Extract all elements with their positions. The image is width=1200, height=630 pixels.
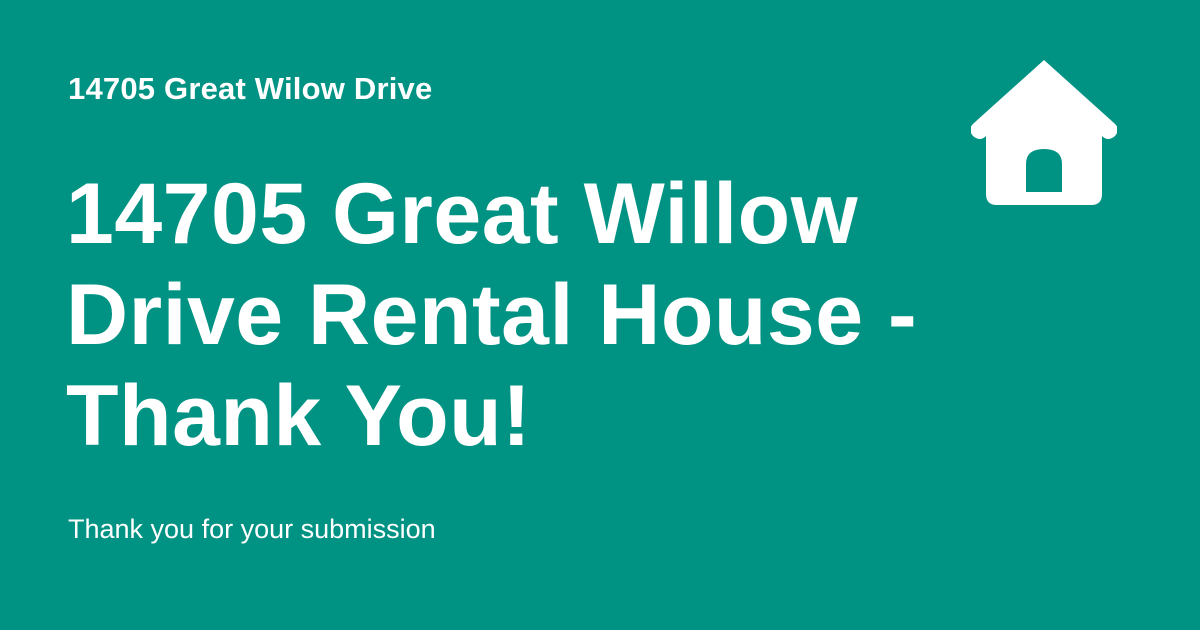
- thank-you-card: 14705 Great Wilow Drive 14705 Great Will…: [0, 0, 1200, 630]
- page-title: 14705 Great Willow Drive Rental House - …: [66, 166, 918, 464]
- confirmation-message: Thank you for your submission: [68, 514, 436, 544]
- house-icon: [971, 58, 1117, 206]
- property-address-label: 14705 Great Wilow Drive: [68, 71, 433, 106]
